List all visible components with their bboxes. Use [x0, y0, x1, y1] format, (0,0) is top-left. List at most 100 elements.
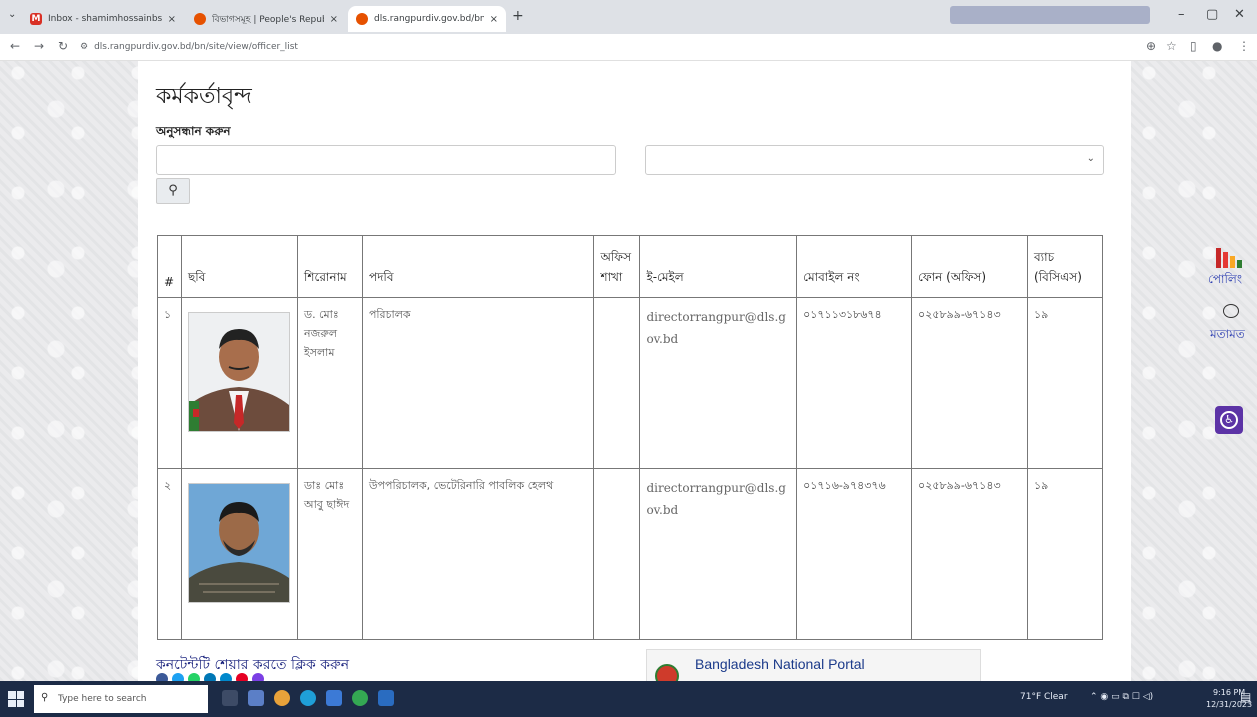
browser-tab-strip: ⌄ M Inbox - shamimhossainbsd@g × বিভাগসম…: [0, 0, 1257, 34]
search-input[interactable]: [156, 145, 616, 175]
maximize-icon[interactable]: ▢: [1206, 7, 1218, 22]
minimize-icon[interactable]: –: [1178, 7, 1185, 22]
zoom-icon[interactable]: ⊕: [1146, 39, 1156, 53]
windows-taskbar: ⚲ Type here to search 71°F Clear ⌃ ◉ ▭ ⧉…: [0, 681, 1257, 717]
new-tab-button[interactable]: +: [512, 8, 524, 24]
tab-bd-portal[interactable]: বিভাগসমূহ | People's Republic ×: [186, 6, 346, 32]
search-label: অনুসন্ধান করুন: [156, 124, 231, 138]
officer-name: ডাঃ মোঃ আবু ছাঈদ: [296, 468, 363, 640]
officer-phone: ০২৫৮৯৯-৬৭১৪৩: [911, 468, 1028, 640]
left-decorative-pattern: [0, 61, 138, 681]
tab-gmail[interactable]: M Inbox - shamimhossainbsd@g ×: [22, 6, 184, 32]
government-seal-logo: [655, 664, 679, 681]
col-header-phone: ফোন (অফিস): [911, 235, 1028, 298]
national-portal-banner[interactable]: Bangladesh National Portal: [646, 649, 981, 681]
bookmark-star-icon[interactable]: ☆: [1166, 39, 1177, 53]
portal-text: Bangladesh National Portal: [695, 656, 865, 672]
page-title: কর্মকর্তাবৃন্দ: [156, 84, 252, 109]
linkedin-share-icon[interactable]: [204, 673, 216, 681]
officer-office: [593, 297, 641, 469]
close-icon[interactable]: ×: [490, 14, 498, 25]
system-tray-icons[interactable]: ⌃ ◉ ▭ ⧉ ☐ ◁): [1090, 692, 1153, 702]
chrome-icon[interactable]: [352, 690, 368, 706]
file-explorer-icon[interactable]: [248, 690, 264, 706]
windows-start-icon[interactable]: [8, 691, 24, 707]
officer-email[interactable]: directorrangpur@dls.gov.bd: [639, 297, 798, 469]
facebook-share-icon[interactable]: [156, 673, 168, 681]
tab-title: Inbox - shamimhossainbsd@g: [48, 14, 162, 24]
col-header-mobile: মোবাইল নং: [796, 235, 913, 298]
officer-mobile: ০১৭১১৩১৮৬৭৪: [796, 297, 913, 469]
polling-link[interactable]: পোলিং: [1208, 271, 1242, 291]
side-panel-icon[interactable]: ▯: [1190, 39, 1197, 53]
page-viewport: কর্মকর্তাবৃন্দ অনুসন্ধান করুন ⌄ ⚲ # ছবি …: [0, 61, 1257, 681]
polling-icon[interactable]: [1216, 248, 1242, 268]
search-button[interactable]: ⚲: [156, 178, 190, 204]
close-icon[interactable]: ×: [330, 14, 338, 25]
task-view-icon[interactable]: [222, 690, 238, 706]
browser-toolbar: ← → ↻ ⚙ dls.rangpurdiv.gov.bd/bn/site/vi…: [0, 34, 1257, 61]
messenger-share-icon[interactable]: [252, 673, 264, 681]
chevron-down-icon: ⌄: [1086, 153, 1095, 164]
forward-icon[interactable]: →: [34, 39, 44, 53]
col-header-batch: ব্যাচ (বিসিএস): [1026, 235, 1104, 298]
chat-bubble-icon[interactable]: [1223, 304, 1239, 318]
tab-search-icon[interactable]: ⌄: [8, 9, 16, 20]
taskbar-search-placeholder: Type here to search: [58, 694, 147, 704]
officer-designation: পরিচালক: [361, 297, 595, 469]
word-icon[interactable]: [378, 690, 394, 706]
reload-icon[interactable]: ↻: [58, 39, 68, 53]
edge-icon[interactable]: [300, 690, 316, 706]
notification-icon[interactable]: ▤: [1240, 690, 1251, 704]
officer-batch: ১৯: [1026, 468, 1104, 640]
weather-widget[interactable]: 71°F Clear: [1020, 692, 1068, 702]
back-icon[interactable]: ←: [10, 39, 20, 53]
bd-portal-icon: [356, 13, 368, 25]
accessibility-button[interactable]: ♿: [1215, 406, 1243, 434]
profile-icon[interactable]: ●: [1212, 39, 1222, 53]
col-header-office: অফিস শাখা: [593, 235, 641, 298]
row-number: ২: [157, 468, 182, 640]
tab-officer-list[interactable]: dls.rangpurdiv.gov.bd/bn/site ×: [348, 6, 506, 32]
officer-batch: ১৯: [1026, 297, 1104, 469]
store-icon[interactable]: [326, 690, 342, 706]
close-icon[interactable]: ×: [168, 14, 176, 25]
branch-select[interactable]: ⌄: [645, 145, 1104, 175]
firefox-icon[interactable]: [274, 690, 290, 706]
address-bar[interactable]: ⚙ dls.rangpurdiv.gov.bd/bn/site/view/off…: [80, 37, 1140, 57]
whatsapp-share-icon[interactable]: [188, 673, 200, 681]
officer-photo: [187, 483, 290, 603]
col-header-email: ই-মেইল: [639, 235, 798, 298]
col-header-name: শিরোনাম: [296, 235, 363, 298]
feedback-link[interactable]: মতামত: [1210, 326, 1245, 346]
site-info-icon[interactable]: ⚙: [80, 42, 88, 52]
telegram-share-icon[interactable]: [220, 673, 232, 681]
table-row: ২ ডাঃ মোঃ আবু ছাঈদ উপপরিচালক, ভেটেরিনারি…: [157, 468, 1104, 640]
col-header-photo: ছবি: [180, 235, 298, 298]
profile-extension-bar[interactable]: [950, 6, 1150, 24]
col-header-number: #: [157, 235, 182, 298]
officer-email[interactable]: directorrangpur@dls.gov.bd: [639, 468, 798, 640]
tab-title: dls.rangpurdiv.gov.bd/bn/site: [374, 14, 484, 24]
twitter-share-icon[interactable]: [172, 673, 184, 681]
bd-portal-icon: [194, 13, 206, 25]
url-text: dls.rangpurdiv.gov.bd/bn/site/view/offic…: [94, 42, 298, 52]
search-icon: ⚲: [168, 183, 178, 198]
officer-mobile: ০১৭১৬-৯৭৪৩৭৬: [796, 468, 913, 640]
close-window-icon[interactable]: ✕: [1234, 7, 1245, 22]
officer-name: ড. মোঃ নজরুল ইসলাম: [296, 297, 363, 469]
officer-phone: ০২৫৮৯৯-৬৭১৪৩: [911, 297, 1028, 469]
accessibility-icon: ♿: [1220, 411, 1238, 429]
pinterest-share-icon[interactable]: [236, 673, 248, 681]
menu-dots-icon[interactable]: ⋮: [1238, 39, 1250, 53]
col-header-designation: পদবি: [361, 235, 595, 298]
share-icons: [156, 673, 264, 681]
main-content: কর্মকর্তাবৃন্দ অনুসন্ধান করুন ⌄ ⚲ # ছবি …: [138, 61, 1131, 681]
officer-photo: [187, 312, 290, 432]
officer-designation: উপপরিচালক, ভেটেরিনারি পাবলিক হেলথ: [361, 468, 595, 640]
right-decorative-pattern: [1131, 61, 1257, 681]
officer-table: # ছবি শিরোনাম পদবি অফিস শাখা ই-মেইল মোবা…: [157, 235, 1104, 640]
taskbar-search-box[interactable]: ⚲ Type here to search: [34, 685, 208, 713]
table-row: ১ ড. মোঃ নজরুল ইসলাম পরিচালক directorran…: [157, 297, 1104, 469]
search-icon: ⚲: [41, 692, 49, 703]
